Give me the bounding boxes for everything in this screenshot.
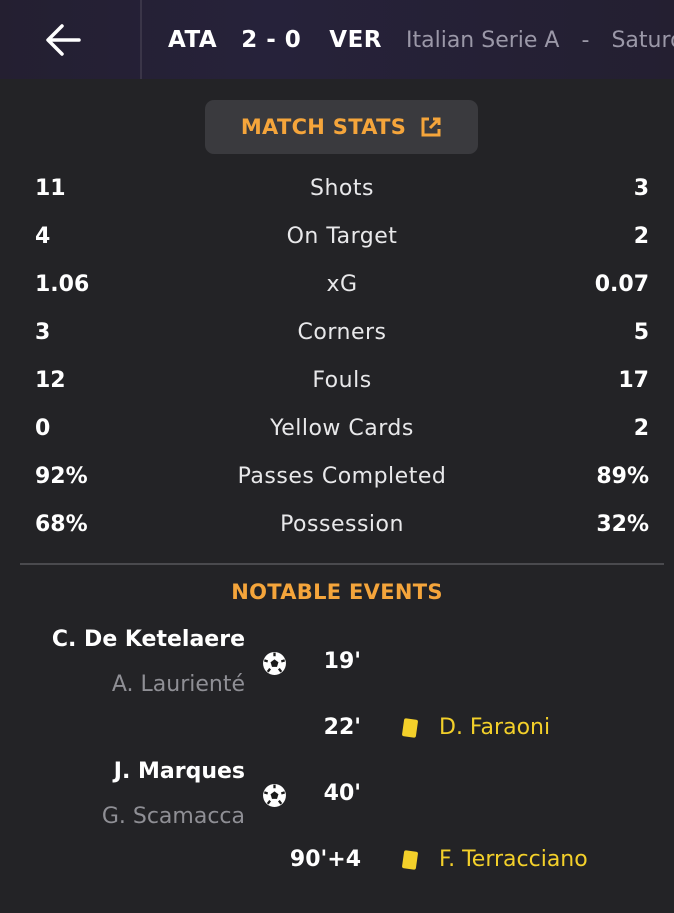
- stat-label: Fouls: [312, 367, 372, 393]
- home-team: ATA: [168, 27, 218, 53]
- booked-player[interactable]: D. Faraoni: [439, 715, 550, 740]
- stat-row-corners: 3 Corners 5: [35, 315, 649, 349]
- stat-row-on-target: 4 On Target 2: [35, 219, 649, 253]
- scoreline: ATA 2 - 0 VER: [168, 22, 382, 58]
- stat-label: Passes Completed: [237, 463, 447, 489]
- football-icon: [263, 652, 286, 675]
- match-stats-button[interactable]: MATCH STATS: [205, 100, 478, 154]
- event-minute: 22': [323, 715, 361, 740]
- event-minute: 40': [323, 781, 361, 806]
- back-button[interactable]: [0, 0, 140, 79]
- stat-row-possession: 68% Possession 32%: [35, 507, 649, 541]
- score: 2 - 0: [241, 27, 302, 53]
- goal-assist[interactable]: G. Scamacca: [102, 804, 245, 829]
- info-separator: -: [581, 27, 590, 53]
- goal-assist[interactable]: A. Laurienté: [112, 672, 245, 697]
- stat-row-xg: 1.06 xG 0.07: [35, 267, 649, 301]
- event-minute: 19': [323, 649, 361, 674]
- booked-player[interactable]: F. Terracciano: [439, 847, 588, 872]
- football-icon: [263, 784, 286, 807]
- back-arrow-icon: [46, 23, 81, 56]
- yellow-card-icon: [402, 718, 418, 738]
- section-divider: [20, 563, 664, 565]
- stat-label: On Target: [286, 223, 398, 249]
- stat-row-yellow-cards: 0 Yellow Cards 2: [35, 411, 649, 445]
- match-date: Saturday: [611, 27, 674, 53]
- match-stats-label: MATCH STATS: [240, 115, 407, 139]
- stat-label: Possession: [280, 511, 404, 537]
- goal-scorer[interactable]: C. De Ketelaere: [52, 627, 245, 652]
- stat-label: Corners: [297, 319, 387, 345]
- league-name: Italian Serie A: [406, 27, 560, 53]
- notable-events-title: NOTABLE EVENTS: [231, 580, 443, 604]
- stat-label: Shots: [310, 175, 374, 201]
- stat-label: Yellow Cards: [270, 415, 414, 441]
- external-link-icon: [420, 116, 442, 138]
- header-divider: [140, 0, 142, 79]
- goal-scorer[interactable]: J. Marques: [114, 759, 245, 784]
- yellow-card-icon: [402, 850, 418, 870]
- match-info: Italian Serie A - Saturday: [406, 22, 674, 58]
- away-team: VER: [329, 27, 383, 53]
- event-minute: 90'+4: [289, 847, 361, 872]
- stat-label: xG: [326, 271, 358, 297]
- stat-row-shots: 11 Shots 3: [35, 171, 649, 205]
- stat-row-passes-completed: 92% Passes Completed 89%: [35, 459, 649, 493]
- match-header: ATA 2 - 0 VER Italian Serie A - Saturday: [0, 0, 674, 79]
- stat-row-fouls: 12 Fouls 17: [35, 363, 649, 397]
